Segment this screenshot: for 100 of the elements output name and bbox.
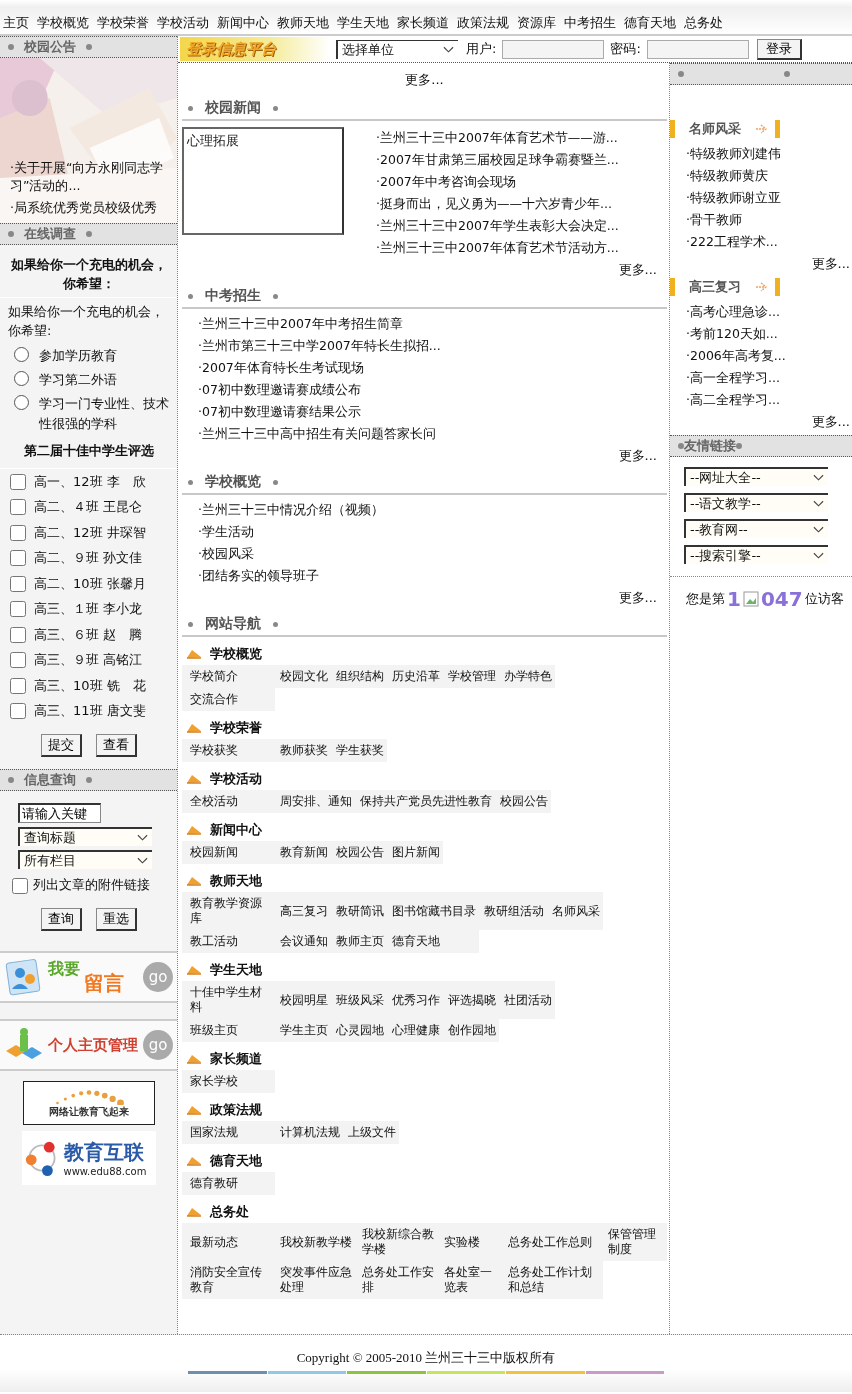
news-link[interactable]: ·兰州三十三中2007年体育艺术节活动方... [376, 237, 619, 259]
nav-link[interactable]: 教师天地 [277, 14, 334, 34]
dropdown[interactable]: 所有栏目 [18, 850, 152, 869]
more-link[interactable]: 更多... [811, 414, 850, 429]
dropdown[interactable]: 查询标题 [18, 827, 152, 846]
link-dropdown[interactable]: --搜索引擎-- [684, 545, 828, 564]
banner-link[interactable]: 个人主页管理 go [0, 1019, 177, 1071]
username-field[interactable] [502, 39, 605, 59]
nav-link[interactable]: 总务处 [684, 14, 728, 34]
nav-link[interactable]: 主页 [3, 14, 34, 34]
article-link[interactable]: ·特级教师刘建伟 [686, 143, 852, 165]
password-field[interactable] [646, 39, 749, 59]
article-link[interactable]: ·特级教师谢立亚 [686, 187, 852, 209]
article-link[interactable]: ·骨干教师 [686, 209, 852, 231]
more-link[interactable]: 更多... [811, 256, 850, 271]
logo-url: www.edu88.com [63, 1166, 147, 1177]
chevron-icon [813, 552, 824, 560]
login-button[interactable]: 登录 [756, 38, 802, 60]
form-button[interactable]: 提交 [40, 734, 82, 757]
keyword-field[interactable]: 请输入关键 [18, 803, 101, 823]
checkbox[interactable] [10, 524, 26, 541]
survey-heading: 如果给你一个充电的机会，你希望： [0, 245, 177, 298]
article-link[interactable]: ·兰州市第三十三中学2007年特长生拟招... [198, 335, 667, 357]
news-link[interactable]: ·兰州三十三中2007年学生表彰大会决定... [376, 215, 619, 237]
article-link[interactable]: ·特级教师黄庆 [686, 165, 852, 187]
candidate-label: 高二、10班 张馨月 [34, 574, 146, 593]
notice-link[interactable]: ·局系统优秀党员校级优秀 [10, 199, 173, 217]
nav-link[interactable]: 学生天地 [337, 14, 394, 34]
more-link[interactable]: 更多... [618, 590, 657, 605]
chevron-icon [137, 857, 148, 865]
nav-link[interactable]: 德育天地 [624, 14, 681, 34]
nav-link[interactable]: 政策法规 [457, 14, 514, 34]
article-link[interactable]: ·2006年高考复... [686, 345, 852, 367]
article-link[interactable]: ·校园风采 [198, 543, 667, 565]
article-link[interactable]: ·学生活动 [198, 521, 667, 543]
news-link[interactable]: ·兰州三十三中2007年体育艺术节——游... [376, 127, 619, 149]
article-link[interactable]: ·兰州三十三中2007年中考招生简章 [198, 313, 667, 335]
nav-link[interactable]: 学校概览 [37, 14, 94, 34]
accent-bar [670, 120, 675, 138]
notice-link[interactable]: ·关于开展“向方永刚同志学习”活动的... [10, 159, 173, 195]
article-link[interactable]: ·07初中数理邀请赛结果公示 [198, 401, 667, 423]
more-link[interactable]: 更多... [618, 262, 657, 277]
go-badge: go [143, 962, 173, 992]
group-title: 学校活动 [210, 770, 262, 788]
unit-dropdown[interactable]: 选择单位 [336, 39, 458, 59]
option-label: 参加学历教育 [39, 347, 117, 365]
article-link[interactable]: ·2007年体育特长生考试现场 [198, 357, 667, 379]
radio-button[interactable] [14, 371, 29, 386]
article-link[interactable]: ·07初中数理邀请赛成绩公布 [198, 379, 667, 401]
nav-link[interactable]: 学校活动 [157, 14, 214, 34]
article-link[interactable]: ·团结务实的领导班子 [198, 565, 667, 587]
more-link[interactable]: 更多... [618, 448, 657, 463]
article-link[interactable]: ·222工程学术... [686, 231, 852, 253]
checkbox[interactable] [10, 601, 26, 618]
nav-link[interactable]: 新闻中心 [217, 14, 274, 34]
logo-link[interactable]: 教育互联 www.edu88.com [21, 1131, 156, 1185]
form-button[interactable]: 查看 [95, 734, 137, 757]
arrow-icon [186, 1156, 202, 1166]
counter-digits: 1 [727, 587, 741, 611]
checkbox[interactable] [12, 877, 28, 894]
news-link[interactable]: ·2007年甘肃第三届校园足球争霸赛暨兰... [376, 149, 619, 171]
checkbox[interactable] [10, 550, 26, 567]
article-link[interactable]: ·高考心理急诊... [686, 301, 852, 323]
arrow-icon [186, 825, 202, 835]
checkbox[interactable] [10, 626, 26, 643]
checkbox[interactable] [10, 703, 26, 720]
article-link[interactable]: ·兰州三十三中情况介绍（视频） [198, 499, 667, 521]
more-link[interactable]: 更多... [405, 72, 444, 87]
checkbox[interactable] [10, 575, 26, 592]
counter-digits: 047 [760, 587, 803, 611]
form-button[interactable]: 重选 [95, 908, 137, 931]
group-title: 家长频道 [210, 1050, 262, 1068]
candidate-label: 高三、６班 赵 腾 [34, 625, 143, 644]
form-button[interactable]: 查询 [40, 908, 82, 931]
link-dropdown[interactable]: --教育网-- [684, 519, 828, 538]
article-link[interactable]: ·兰州三十三中高中招生有关问题答家长问 [198, 423, 667, 445]
checkbox[interactable] [10, 677, 26, 694]
article-link[interactable]: ·高二全程学习... [686, 389, 852, 411]
section-title: 校园公告 [24, 38, 76, 56]
news-link[interactable]: ·2007年中考咨询会现场 [376, 171, 619, 193]
article-link[interactable]: ·考前120天如... [686, 323, 852, 345]
section-title: 中考招生 [205, 287, 261, 305]
broken-image: 心理拓展 [182, 127, 344, 235]
nav-link[interactable]: 家长频道 [397, 14, 454, 34]
arrow-icon [755, 124, 769, 134]
radio-button[interactable] [14, 395, 29, 410]
nav-link[interactable]: 资源库 [517, 14, 561, 34]
link-dropdown[interactable]: --网址大全-- [684, 467, 828, 486]
checkbox[interactable] [10, 652, 26, 669]
news-link[interactable]: ·挺身而出，见义勇为——十六岁青少年... [376, 193, 619, 215]
nav-link[interactable]: 中考招生 [564, 14, 621, 34]
article-link[interactable]: ·高一全程学习... [686, 367, 852, 389]
chevron-icon [813, 474, 824, 482]
checkbox[interactable] [10, 499, 26, 516]
checkbox[interactable] [10, 473, 26, 490]
section-title: 高三复习 [689, 278, 742, 296]
link-dropdown[interactable]: --语文教学-- [684, 493, 828, 512]
logo-link[interactable]: 网络让教育飞起来 [22, 1081, 155, 1125]
radio-button[interactable] [14, 347, 29, 362]
nav-link[interactable]: 学校荣誉 [97, 14, 154, 34]
